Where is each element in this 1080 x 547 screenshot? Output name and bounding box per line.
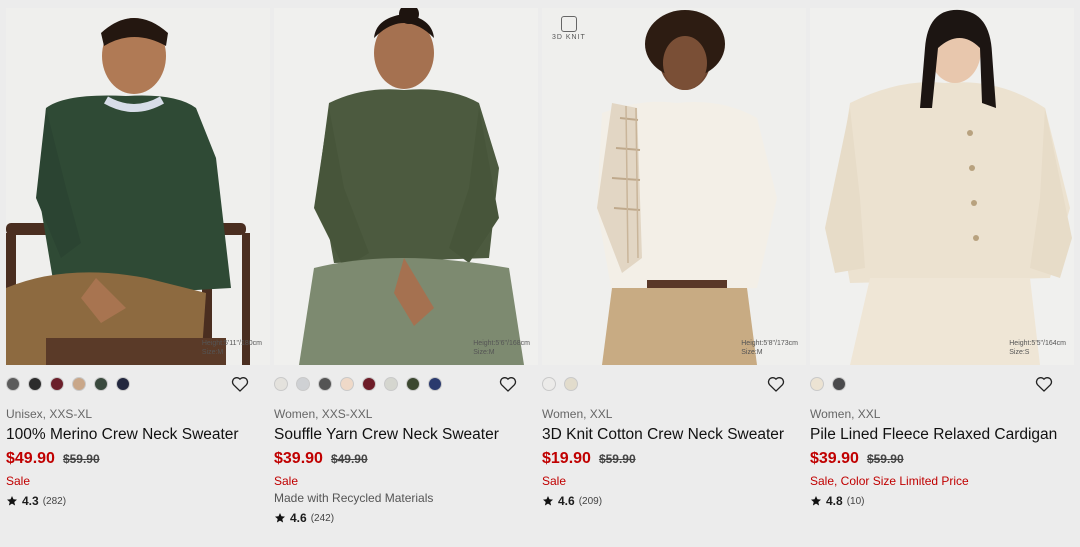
original-price: $49.90 [330,452,368,466]
color-swatch[interactable] [296,377,310,391]
color-swatch[interactable] [564,377,578,391]
original-price: $59.90 [866,452,904,466]
rating-row: 4.6 (209) [542,494,806,508]
color-swatches [6,377,130,391]
product-gender-sizes: Unisex, XXS-XL [6,407,93,421]
color-swatch[interactable] [94,377,108,391]
color-swatch[interactable] [318,377,332,391]
price-row: $19.90 $59.90 [542,450,806,468]
original-price: $59.90 [598,452,636,466]
model-size: Size:M [201,349,224,356]
sale-price: $19.90 [542,450,591,467]
rating-value: 4.8 [826,494,843,508]
model-size: Size:M [741,349,763,356]
model-height: Height:5'6"/168cm [473,340,530,347]
badge-label: 3D KNIT [552,34,586,41]
3d-knit-icon [560,16,577,32]
model-size: Size:M [473,349,495,356]
model-photo [810,8,1074,365]
sale-label: Sale [6,474,31,488]
product-card[interactable]: Height:5'6"/168cm Size:M Women, XXS-XXL … [274,8,538,525]
sale-price: $39.90 [810,450,859,467]
model-height: Height:5'11"/180cm [201,340,262,347]
product-image[interactable]: Height:5'11"/180cm Size:M [6,8,270,365]
product-title[interactable]: 3D Knit Cotton Crew Neck Sweater [542,425,806,445]
sale-price: $49.90 [6,450,55,467]
original-price: $59.90 [62,452,100,466]
model-height: Height:5'5"/164cm [1009,340,1066,347]
color-swatch[interactable] [72,377,86,391]
product-image[interactable]: Height:5'5"/164cm Size:S [810,8,1074,365]
sale-label: Sale [274,474,299,488]
heart-icon[interactable] [1034,374,1054,394]
color-swatch[interactable] [810,377,824,391]
model-size-info: Height:5'5"/164cm Size:S [1009,339,1066,357]
product-image[interactable]: Height:5'6"/168cm Size:M [274,8,538,365]
product-gender-sizes: Women, XXS-XXL [274,407,373,421]
product-gender-sizes: Women, XXL [810,407,881,421]
model-photo [274,8,538,365]
color-swatch[interactable] [274,377,288,391]
product-image[interactable]: 3D KNIT Height:5'8"/173cm Size:M [542,8,806,365]
3d-knit-badge: 3D KNIT [552,16,586,41]
color-swatch[interactable] [340,377,354,391]
color-swatches [542,377,578,391]
color-swatch[interactable] [116,377,130,391]
product-title[interactable]: 100% Merino Crew Neck Sweater [6,425,270,445]
review-count[interactable]: (242) [311,513,334,524]
product-gender-sizes: Women, XXL [542,407,613,421]
star-icon [7,496,17,506]
price-row: $39.90 $59.90 [810,450,1074,468]
rating-value: 4.6 [290,511,307,525]
rating-row: 4.3 (282) [6,494,270,508]
product-card[interactable]: 3D KNIT Height:5'8"/173cm Size:M Women, … [542,8,806,508]
model-size-info: Height:5'8"/173cm Size:M [741,339,798,357]
rating-row: 4.6 (242) [274,511,538,525]
rating-value: 4.6 [558,494,575,508]
sale-price: $39.90 [274,450,323,467]
review-count[interactable]: (209) [579,496,602,507]
model-height: Height:5'8"/173cm [741,340,798,347]
product-title[interactable]: Souffle Yarn Crew Neck Sweater [274,425,538,445]
star-icon [275,513,285,523]
heart-icon[interactable] [230,374,250,394]
product-title[interactable]: Pile Lined Fleece Relaxed Cardigan [810,425,1074,445]
review-count[interactable]: (10) [847,496,865,507]
rating-row: 4.8 (10) [810,494,1074,508]
model-photo [6,8,270,365]
color-swatches-row [274,365,538,405]
model-size: Size:S [1009,349,1030,356]
review-count[interactable]: (282) [43,496,66,507]
color-swatch[interactable] [6,377,20,391]
color-swatches-row [810,365,1074,405]
rating-value: 4.3 [22,494,39,508]
price-row: $49.90 $59.90 [6,450,270,468]
product-card[interactable]: Height:5'5"/164cm Size:S Women, XXL Pile… [810,8,1074,508]
heart-icon[interactable] [766,374,786,394]
color-swatches-row [542,365,806,405]
model-size-info: Height:5'11"/180cm Size:M [202,339,262,357]
color-swatch[interactable] [384,377,398,391]
product-card[interactable]: Height:5'11"/180cm Size:M Unisex, XXS-XL… [6,8,270,508]
color-swatch[interactable] [362,377,376,391]
color-swatch[interactable] [28,377,42,391]
star-icon [543,496,553,506]
star-icon [811,496,821,506]
product-grid: Height:5'11"/180cm Size:M Unisex, XXS-XL… [0,0,1080,547]
color-swatches [274,377,442,391]
sale-label: Sale, Color Size Limited Price [810,474,969,488]
color-swatch[interactable] [832,377,846,391]
color-swatches [810,377,846,391]
model-size-info: Height:5'6"/168cm Size:M [473,339,530,357]
price-row: $39.90 $49.90 [274,450,538,468]
color-swatches-row [6,365,270,405]
heart-icon[interactable] [498,374,518,394]
product-note: Made with Recycled Materials [274,491,434,505]
sale-label: Sale [542,474,567,488]
model-photo [542,8,806,365]
color-swatch[interactable] [406,377,420,391]
color-swatch[interactable] [50,377,64,391]
color-swatch[interactable] [428,377,442,391]
color-swatch[interactable] [542,377,556,391]
